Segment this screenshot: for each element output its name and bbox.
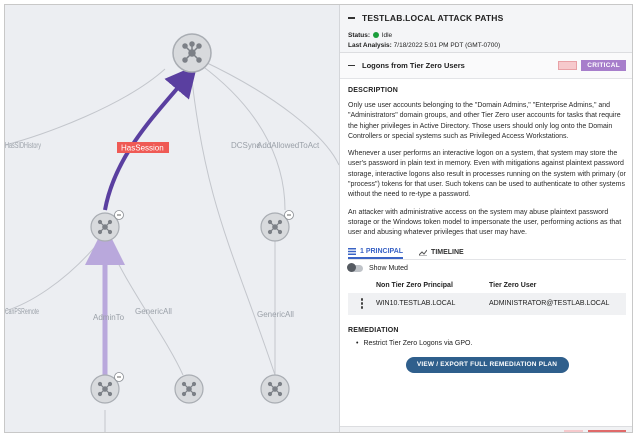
computer-node-win10[interactable] — [90, 210, 124, 242]
severity-badge: CRITICAL — [581, 60, 626, 71]
remediation-item: Restrict Tier Zero Logons via GPO. — [356, 340, 626, 347]
tab-principal[interactable]: 1 PRINCIPAL — [348, 246, 404, 260]
finding-title: Logons from Tier Zero Users — [362, 61, 465, 70]
app-frame: HasSIDHistory HasSession DCSync AddAllow… — [4, 4, 633, 433]
edge-label-add-allowed: AddAllowedToAct — [257, 141, 320, 150]
cell-principal: WIN10.TESTLAB.LOCAL — [376, 300, 456, 308]
graph-svg: HasSIDHistory HasSession DCSync AddAllow… — [5, 33, 339, 432]
status-value: Idle — [381, 32, 393, 39]
attack-path-graph[interactable]: HasSIDHistory HasSession DCSync AddAllow… — [5, 5, 339, 432]
edge-label-generic-all-2: GenericAll — [257, 310, 294, 319]
remediation-list: Restrict Tier Zero Logons via GPO. — [348, 340, 626, 347]
status-line: Status: Idle — [348, 32, 626, 39]
next-severity-indicator — [564, 430, 583, 432]
finding-header[interactable]: Logons from Tier Zero Users CRITICAL — [340, 53, 632, 79]
status-dot-icon — [372, 32, 379, 38]
attack-paths-panel[interactable]: TESTLAB.LOCAL ATTACK PATHS Status: Idle … — [339, 5, 632, 432]
edge-label-history: HasSIDHistory — [5, 141, 41, 150]
group-node-bottom-left[interactable] — [90, 372, 124, 404]
panel-title: TESTLAB.LOCAL ATTACK PATHS — [362, 13, 504, 23]
group-node-right[interactable] — [260, 210, 294, 242]
remediation-plan-button[interactable]: VIEW / EXPORT FULL REMEDIATION PLAN — [405, 356, 569, 373]
show-muted-label: Show Muted — [369, 264, 408, 272]
svg-text:HasSession: HasSession — [121, 144, 164, 153]
panel-header: TESTLAB.LOCAL ATTACK PATHS Status: Idle … — [340, 5, 632, 53]
row-menu-icon[interactable] — [360, 298, 364, 309]
edge-label-can-remote: CanPSRemote — [5, 307, 39, 316]
finding-title-wrap: Logons from Tier Zero Users — [348, 61, 558, 70]
list-icon — [348, 248, 356, 256]
severity-indicator — [558, 61, 578, 70]
table-header: Non Tier Zero Principal Tier Zero User — [348, 278, 626, 293]
group-node-bottom-right[interactable] — [260, 374, 290, 404]
group-node-bottom-mid[interactable] — [174, 374, 204, 404]
show-muted-toggle[interactable] — [347, 263, 363, 273]
tab-timeline-label: TIMELINE — [431, 249, 464, 257]
cell-user: ADMINISTRATOR@TESTLAB.LOCAL — [489, 300, 610, 308]
tab-principal-label: 1 PRINCIPAL — [360, 248, 404, 256]
description-label: DESCRIPTION — [348, 87, 399, 94]
collapse-icon — [348, 64, 355, 67]
analysis-label: Last Analysis: — [348, 42, 392, 49]
status-label: Status: — [348, 32, 371, 39]
finding-tabs: 1 PRINCIPAL TIMELINE — [348, 247, 626, 260]
has-session-label[interactable]: HasSession — [117, 142, 169, 153]
col-header-principal: Non Tier Zero Principal — [376, 281, 453, 289]
finding-body: DESCRIPTION Only use user accounts belon… — [340, 87, 632, 373]
principals-table: Non Tier Zero Principal Tier Zero User W… — [348, 278, 626, 315]
edge-label-generic-all-1: GenericAll — [135, 307, 172, 316]
analysis-line: Last Analysis: 7/18/2022 5:01 PM PDT (GM… — [348, 42, 626, 49]
tab-timeline[interactable]: TIMELINE — [419, 246, 464, 259]
edge-label-dcsync: DCSync — [231, 141, 260, 150]
domain-node[interactable] — [172, 33, 212, 73]
next-finding-header[interactable] — [340, 426, 632, 432]
edge-label-admin-to: AdminTo — [93, 313, 125, 322]
background-edges — [5, 60, 339, 432]
description-paragraph-3: An attacker with administrative access o… — [348, 208, 622, 237]
line-chart-icon — [419, 249, 428, 257]
description-paragraph-2: Whenever a user performs an interactive … — [348, 150, 626, 199]
col-header-user: Tier Zero User — [489, 281, 537, 289]
show-muted-row: Show Muted — [347, 263, 626, 273]
collapse-icon — [348, 17, 355, 19]
description-paragraph-1: Only use user accounts belonging to the … — [348, 102, 621, 140]
analysis-value: 7/18/2022 5:01 PM PDT (GMT-0700) — [393, 42, 501, 49]
table-row[interactable]: WIN10.TESTLAB.LOCAL ADMINISTRATOR@TESTLA… — [348, 292, 626, 315]
remediation-label: REMEDIATION — [348, 326, 399, 334]
next-severity-badge — [588, 430, 626, 432]
panel-collapse-toggle[interactable]: TESTLAB.LOCAL ATTACK PATHS — [348, 13, 626, 23]
